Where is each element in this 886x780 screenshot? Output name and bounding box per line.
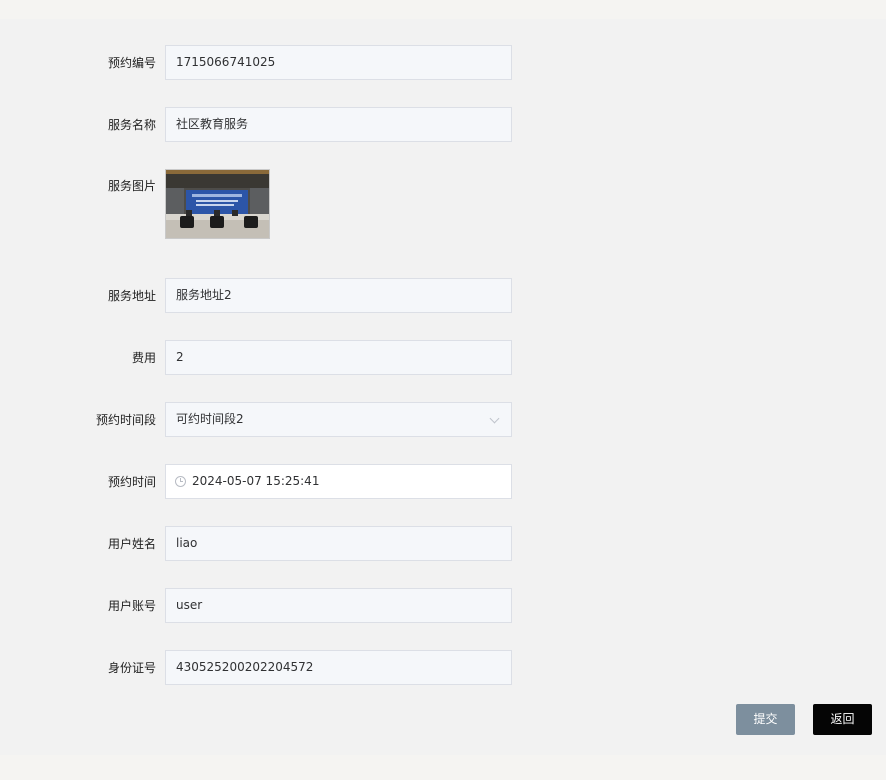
service-name-field[interactable]: 社区教育服务: [165, 107, 512, 142]
back-button[interactable]: 返回: [813, 704, 872, 735]
appointment-number-value: 1715066741025: [176, 55, 276, 69]
appointment-time-picker[interactable]: 2024-05-07 15:25:41: [165, 464, 512, 499]
label-appointment-number: 预约编号: [107, 56, 156, 70]
label-user-name: 用户姓名: [107, 537, 156, 551]
row-user-name: 用户姓名 liao: [0, 526, 886, 562]
chevron-down-icon: [489, 413, 500, 424]
appointment-time-value: 2024-05-07 15:25:41: [192, 474, 320, 488]
label-service-address: 服务地址: [107, 289, 156, 303]
row-service-image: 服务图片: [0, 168, 886, 204]
label-fee: 费用: [131, 351, 156, 365]
row-service-name: 服务名称 社区教育服务: [0, 107, 886, 143]
row-time-slot: 预约时间段 可约时间段2: [0, 402, 886, 438]
label-appointment-time: 预约时间: [107, 475, 156, 489]
row-appointment-time: 预约时间 2024-05-07 15:25:41: [0, 464, 886, 500]
clock-icon: [175, 476, 186, 487]
user-name-field[interactable]: liao: [165, 526, 512, 561]
row-appointment-number: 预约编号 1715066741025: [0, 45, 886, 81]
service-address-field[interactable]: 服务地址2: [165, 278, 512, 313]
row-user-account: 用户账号 user: [0, 588, 886, 624]
label-service-name: 服务名称: [107, 118, 156, 132]
service-address-value: 服务地址2: [176, 288, 232, 302]
fee-value: 2: [176, 350, 184, 364]
fee-field[interactable]: 2: [165, 340, 512, 375]
submit-button[interactable]: 提交: [736, 704, 795, 735]
user-account-value: user: [176, 598, 203, 612]
time-slot-select[interactable]: 可约时间段2: [165, 402, 512, 437]
user-account-field[interactable]: user: [165, 588, 512, 623]
label-time-slot: 预约时间段: [95, 413, 156, 427]
service-image-photo: [166, 170, 269, 238]
id-number-field[interactable]: 430525200202204572: [165, 650, 512, 685]
label-user-account: 用户账号: [107, 599, 156, 613]
form-panel: 预约编号 1715066741025 服务名称 社区教育服务 服务图片 服务地址…: [0, 19, 886, 755]
service-image[interactable]: [165, 169, 270, 239]
time-slot-value: 可约时间段2: [176, 412, 244, 426]
id-number-value: 430525200202204572: [176, 660, 314, 674]
label-service-image: 服务图片: [107, 179, 156, 193]
row-id-number: 身份证号 430525200202204572: [0, 650, 886, 686]
appointment-number-field[interactable]: 1715066741025: [165, 45, 512, 80]
row-service-address: 服务地址 服务地址2: [0, 278, 886, 314]
label-id-number: 身份证号: [107, 661, 156, 675]
service-name-value: 社区教育服务: [176, 117, 249, 131]
user-name-value: liao: [176, 536, 198, 550]
row-fee: 费用 2: [0, 340, 886, 376]
